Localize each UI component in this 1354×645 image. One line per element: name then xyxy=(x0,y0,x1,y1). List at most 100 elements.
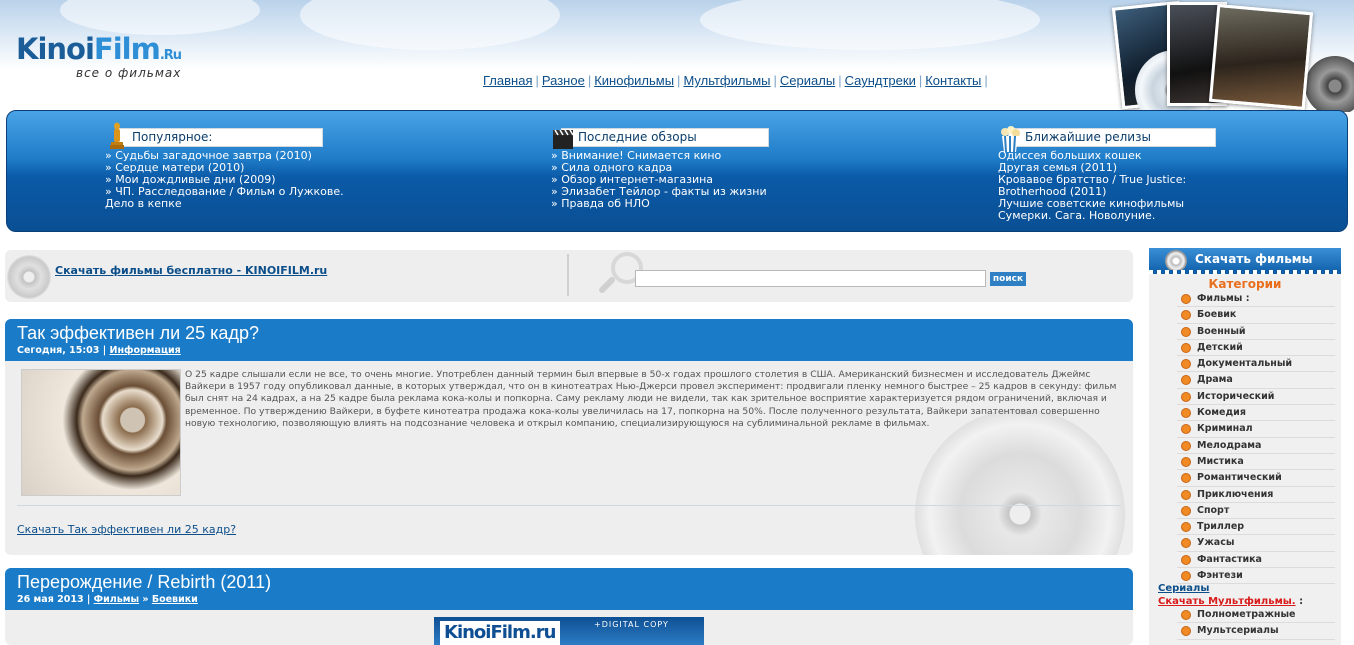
article-title[interactable]: Перерождение / Rebirth (2011) xyxy=(17,572,1121,592)
category-item[interactable]: Детский xyxy=(1177,340,1335,357)
bullet-icon xyxy=(1181,342,1191,353)
category-item[interactable]: Документальный xyxy=(1177,356,1335,373)
popular-item[interactable]: Дело в кепке xyxy=(105,198,335,210)
nav-cartoons[interactable]: Мультфильмы xyxy=(680,73,773,88)
popular-title: Популярное: xyxy=(132,130,213,144)
logo-subtitle: все о фильмах xyxy=(76,66,182,80)
nav-soundtracks[interactable]: Саундтреки xyxy=(842,73,919,88)
bullet-icon xyxy=(1181,610,1191,620)
category-item[interactable]: Мистика xyxy=(1177,454,1335,471)
article-download-link[interactable]: Скачать Так эффективен ли 25 кадр? xyxy=(17,523,236,536)
bullet-icon xyxy=(1181,326,1191,337)
download-movies-link[interactable]: Скачать фильмы бесплатно - KINOIFILM.ru xyxy=(55,264,327,277)
releases-title: Ближайшие релизы xyxy=(1025,130,1151,144)
logo-text-ru: .Ru xyxy=(159,48,182,63)
bullet-icon xyxy=(1181,505,1191,516)
film-reel-image xyxy=(21,369,181,496)
nav-home[interactable]: Главная xyxy=(480,73,535,88)
category-item[interactable]: Приключения xyxy=(1177,487,1335,503)
film-reel-icon xyxy=(1305,56,1354,112)
category-item[interactable]: Боевик xyxy=(1177,307,1335,324)
cartoons-link[interactable]: Скачать Мультфильмы. xyxy=(1158,596,1296,607)
category-item[interactable]: Мелодрама xyxy=(1177,438,1335,454)
reviews-header: Последние обзоры xyxy=(553,128,769,149)
search-panel: Скачать фильмы бесплатно - KINOIFILM.ru … xyxy=(5,250,1133,302)
article-category-link[interactable]: Фильмы xyxy=(94,594,139,605)
logo-text-film: Film xyxy=(93,32,161,66)
nav-misc[interactable]: Разное xyxy=(539,73,588,88)
header-movie-collage xyxy=(1105,0,1354,112)
bullet-icon xyxy=(1181,456,1191,467)
bullet-icon xyxy=(1181,408,1191,419)
movie-photo xyxy=(1208,4,1314,110)
category-item[interactable]: Фантастика xyxy=(1177,552,1335,569)
bullet-icon xyxy=(1181,424,1191,435)
article-date: Сегодня, 15:03 xyxy=(17,345,100,356)
review-item[interactable]: » Правда об НЛО xyxy=(551,198,781,210)
category-item[interactable]: Ужасы xyxy=(1177,535,1335,552)
film-reel-icon xyxy=(1165,250,1187,272)
category-item[interactable]: Криминал xyxy=(1177,421,1335,438)
serials-link-wrap: Сериалы xyxy=(1158,583,1209,594)
popcorn-icon xyxy=(1001,126,1020,153)
nav-movies[interactable]: Кинофильмы xyxy=(591,73,677,88)
bullet-icon xyxy=(1181,626,1191,637)
category-item[interactable]: Комедия xyxy=(1177,405,1335,422)
category-item[interactable]: Драма xyxy=(1177,372,1335,389)
article-card: Так эффективен ли 25 кадр? Сегодня, 15:0… xyxy=(5,319,1133,555)
cloud-decoration xyxy=(700,0,1040,50)
film-reel-icon xyxy=(7,255,51,299)
category-item[interactable]: Мультсериалы xyxy=(1177,623,1335,640)
bullet-icon xyxy=(1181,391,1191,402)
bluray-banner: KinoiFilm.ru +DIGITAL COPY xyxy=(434,617,704,645)
site-logo[interactable]: KinoiFilm.Ru xyxy=(16,32,182,66)
divider xyxy=(17,505,1121,506)
logo-text: Kinoi xyxy=(16,32,95,66)
search-button[interactable]: поиск xyxy=(990,272,1026,286)
article-meta: 26 мая 2013 | Фильмы » Боевики xyxy=(17,594,198,605)
bullet-icon xyxy=(1181,375,1191,386)
bullet-icon xyxy=(1181,489,1191,500)
article-date: 26 мая 2013 xyxy=(17,594,84,605)
category-item[interactable]: Полнометражные xyxy=(1177,607,1335,624)
banner-text: +DIGITAL COPY xyxy=(594,620,669,629)
releases-list: Одиссея больших кошек Другая семья (2011… xyxy=(998,150,1228,222)
nav-contacts[interactable]: Контакты xyxy=(922,73,984,88)
category-item[interactable]: Фэнтези xyxy=(1177,568,1335,585)
release-item[interactable]: Сумерки. Сага. Новолуние. xyxy=(998,210,1228,222)
category-item[interactable]: Военный xyxy=(1177,324,1335,340)
categories-heading: Категории xyxy=(1208,277,1282,291)
bullet-icon xyxy=(1181,294,1191,304)
article-header: Так эффективен ли 25 кадр? Сегодня, 15:0… xyxy=(5,319,1133,361)
category-item[interactable]: Спорт xyxy=(1177,503,1335,520)
category-list: Фильмы : Боевик Военный Детский Документ… xyxy=(1177,291,1335,585)
category-item[interactable]: Исторический xyxy=(1177,389,1335,406)
cartoons-link-wrap: Скачать Мультфильмы. : xyxy=(1158,596,1304,607)
releases-column: Ближайшие релизы Одиссея больших кошек Д… xyxy=(998,126,1228,222)
article-title[interactable]: Так эффективен ли 25 кадр? xyxy=(17,323,1121,343)
article-subcategory-link[interactable]: Боевики xyxy=(152,594,198,605)
banner-logo: KinoiFilm.ru xyxy=(440,621,560,645)
nav-series[interactable]: Сериалы xyxy=(777,73,838,88)
divider xyxy=(567,254,569,296)
article-header: Перерождение / Rebirth (2011) 26 мая 201… xyxy=(5,568,1133,610)
search-input[interactable] xyxy=(635,270,986,287)
cartoon-category-list: Полнометражные Мультсериалы xyxy=(1177,607,1335,640)
sidebar-title: Скачать фильмы xyxy=(1195,252,1313,266)
sidebar: Скачать фильмы Категории Фильмы : Боевик… xyxy=(1149,248,1341,645)
cloud-decoration xyxy=(300,0,560,50)
bullet-icon xyxy=(1181,359,1191,370)
article-text: О 25 кадре слышали если не все, то очень… xyxy=(185,369,1117,429)
cd-disc-decoration xyxy=(915,409,1125,555)
article-category-link[interactable]: Информация xyxy=(110,345,181,356)
serials-link[interactable]: Сериалы xyxy=(1158,583,1209,594)
category-item[interactable]: Романтический xyxy=(1177,470,1335,487)
category-item[interactable]: Триллер xyxy=(1177,519,1335,536)
article-meta: Сегодня, 15:03 | Информация xyxy=(17,345,181,356)
category-item[interactable]: Фильмы : xyxy=(1177,291,1335,308)
featured-band: Популярное: » Судьбы загадочное завтра (… xyxy=(6,110,1348,232)
reviews-title: Последние обзоры xyxy=(578,130,697,144)
releases-header: Ближайшие релизы xyxy=(1001,126,1216,153)
popular-list: » Судьбы загадочное завтра (2010) » Серд… xyxy=(105,150,344,210)
popular-header: Популярное: xyxy=(110,122,323,149)
